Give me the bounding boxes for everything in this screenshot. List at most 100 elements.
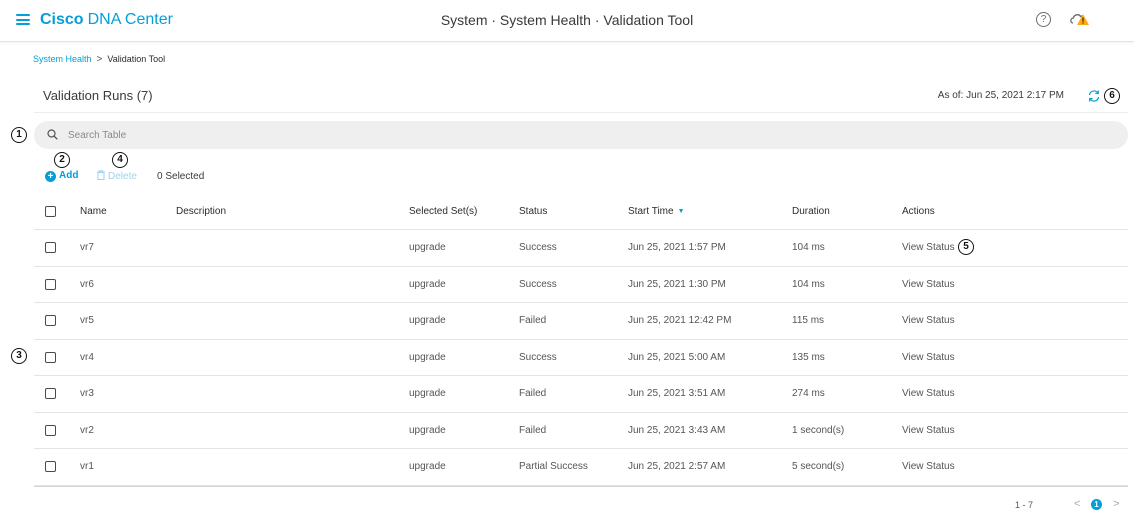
row-checkbox[interactable] — [45, 315, 56, 327]
breadcrumb-current: Validation Tool — [107, 54, 166, 64]
row-checkbox[interactable] — [45, 351, 56, 363]
cell-selected-set: upgrade — [409, 388, 446, 400]
cell-name: vr5 — [80, 315, 94, 327]
pagination-range: 1 - 7 — [1015, 500, 1034, 510]
cell-name: vr4 — [80, 351, 94, 363]
view-status-link[interactable]: View Status — [902, 340, 955, 376]
row-checkbox-cell — [45, 340, 56, 376]
cell-name: vr3 — [80, 388, 94, 400]
view-status-link[interactable]: View Status — [902, 376, 955, 412]
search-bar[interactable] — [34, 121, 1128, 149]
select-all-checkbox-cell — [45, 193, 56, 229]
sort-desc-icon: ▼ — [677, 207, 685, 215]
cell-start-time: Jun 25, 2021 3:43 AM — [628, 424, 726, 436]
table-row: vr3 upgrade Failed Jun 25, 2021 3:51 AM … — [34, 376, 1128, 413]
view-status-link[interactable]: View Status — [902, 230, 955, 266]
cell-status: Success — [519, 278, 557, 290]
row-checkbox[interactable] — [45, 388, 56, 400]
row-checkbox-cell — [45, 413, 56, 449]
cell-duration: 104 ms — [792, 278, 825, 290]
select-all-checkbox[interactable] — [45, 205, 56, 217]
breadcrumb-system-health[interactable]: System Health — [33, 54, 92, 64]
row-checkbox[interactable] — [45, 461, 56, 473]
help-circle-icon[interactable]: ? — [1036, 12, 1051, 27]
search-icon — [47, 129, 58, 140]
cell-status: Success — [519, 242, 557, 254]
plus-circle-icon: + — [45, 171, 56, 182]
add-button[interactable]: + Add — [45, 170, 78, 182]
column-header-selected-sets[interactable]: Selected Set(s) — [409, 193, 477, 229]
trash-icon — [97, 169, 105, 180]
section-divider — [34, 112, 1128, 113]
callout-1: 1 — [11, 127, 27, 143]
cell-status: Success — [519, 351, 557, 363]
start-time-label: Start Time — [628, 205, 674, 217]
row-checkbox-cell — [45, 449, 56, 485]
cell-selected-set: upgrade — [409, 424, 446, 436]
chevron-right-icon[interactable]: > — [1113, 498, 1119, 510]
cell-start-time: Jun 25, 2021 12:42 PM — [628, 315, 732, 327]
table-row: vr4 upgrade Success Jun 25, 2021 5:00 AM… — [34, 340, 1128, 376]
column-header-actions: Actions — [902, 205, 935, 217]
column-header-duration[interactable]: Duration — [792, 193, 830, 229]
table-row: vr6 upgrade Success Jun 25, 2021 1:30 PM… — [34, 267, 1128, 303]
cell-start-time: Jun 25, 2021 2:57 AM — [628, 461, 726, 473]
table-row: vr5 upgrade Failed Jun 25, 2021 12:42 PM… — [34, 303, 1128, 340]
cell-duration: 274 ms — [792, 388, 825, 400]
callout-4: 4 — [112, 152, 128, 168]
cell-start-time: Jun 25, 2021 3:51 AM — [628, 388, 726, 400]
chevron-left-icon[interactable]: < — [1074, 498, 1080, 510]
as-of-timestamp: As of: Jun 25, 2021 2:17 PM — [937, 90, 1064, 101]
row-checkbox-cell — [45, 376, 56, 412]
callout-6: 6 — [1104, 88, 1120, 104]
cell-selected-set: upgrade — [409, 351, 446, 363]
cell-start-time: Jun 25, 2021 5:00 AM — [628, 351, 726, 363]
column-header-description[interactable]: Description — [176, 193, 226, 229]
cell-start-time: Jun 25, 2021 1:30 PM — [628, 278, 726, 290]
cell-name: vr6 — [80, 278, 94, 290]
cell-status: Failed — [519, 315, 547, 327]
cloud-warning-icon[interactable] — [1068, 10, 1090, 28]
view-status-link[interactable]: View Status — [902, 303, 955, 339]
cell-duration: 135 ms — [792, 351, 825, 363]
add-label: Add — [59, 170, 79, 181]
callout-2: 2 — [54, 152, 70, 168]
row-checkbox[interactable] — [45, 424, 56, 436]
breadcrumb-separator: > — [96, 54, 103, 65]
cell-duration: 1 second(s) — [792, 424, 845, 436]
validation-runs-title: Validation Runs (7) — [43, 88, 153, 103]
table-header: Name Description Selected Set(s) Status … — [34, 193, 1128, 230]
row-checkbox[interactable] — [45, 278, 56, 290]
view-status-link[interactable]: View Status — [902, 267, 955, 303]
callout-3: 3 — [11, 348, 27, 364]
cell-selected-set: upgrade — [409, 315, 446, 327]
table-row: vr7 upgrade Success Jun 25, 2021 1:57 PM… — [34, 230, 1128, 267]
row-checkbox-cell — [45, 267, 56, 303]
column-header-status[interactable]: Status — [519, 193, 547, 229]
row-checkbox[interactable] — [45, 242, 56, 254]
delete-button[interactable]: Delete — [97, 169, 137, 182]
cell-selected-set: upgrade — [409, 242, 446, 254]
validation-runs-table: Name Description Selected Set(s) Status … — [34, 193, 1128, 487]
delete-label: Delete — [108, 171, 137, 182]
table-row: vr2 upgrade Failed Jun 25, 2021 3:43 AM … — [34, 413, 1128, 449]
row-checkbox-cell — [45, 303, 56, 339]
view-status-link[interactable]: View Status — [902, 449, 955, 485]
cell-duration: 5 second(s) — [792, 461, 845, 473]
search-input[interactable] — [68, 126, 1068, 144]
cell-status: Failed — [519, 424, 547, 436]
page-title: System · System Health · Validation Tool — [440, 12, 694, 28]
view-status-link[interactable]: View Status — [902, 413, 955, 449]
refresh-icon[interactable] — [1087, 89, 1101, 103]
cell-name: vr1 — [80, 461, 94, 473]
cell-status: Failed — [519, 388, 547, 400]
top-header: Cisco DNA Center System · System Health ·… — [0, 0, 1134, 42]
column-header-name[interactable]: Name — [80, 193, 107, 229]
column-header-start-time[interactable]: Start Time ▼ — [628, 193, 685, 229]
cell-duration: 115 ms — [792, 315, 825, 327]
pagination-page-1[interactable]: 1 — [1091, 499, 1102, 510]
cell-selected-set: upgrade — [409, 278, 446, 290]
row-checkbox-cell — [45, 230, 56, 266]
cell-name: vr7 — [80, 242, 94, 254]
cell-status: Partial Success — [519, 461, 588, 473]
